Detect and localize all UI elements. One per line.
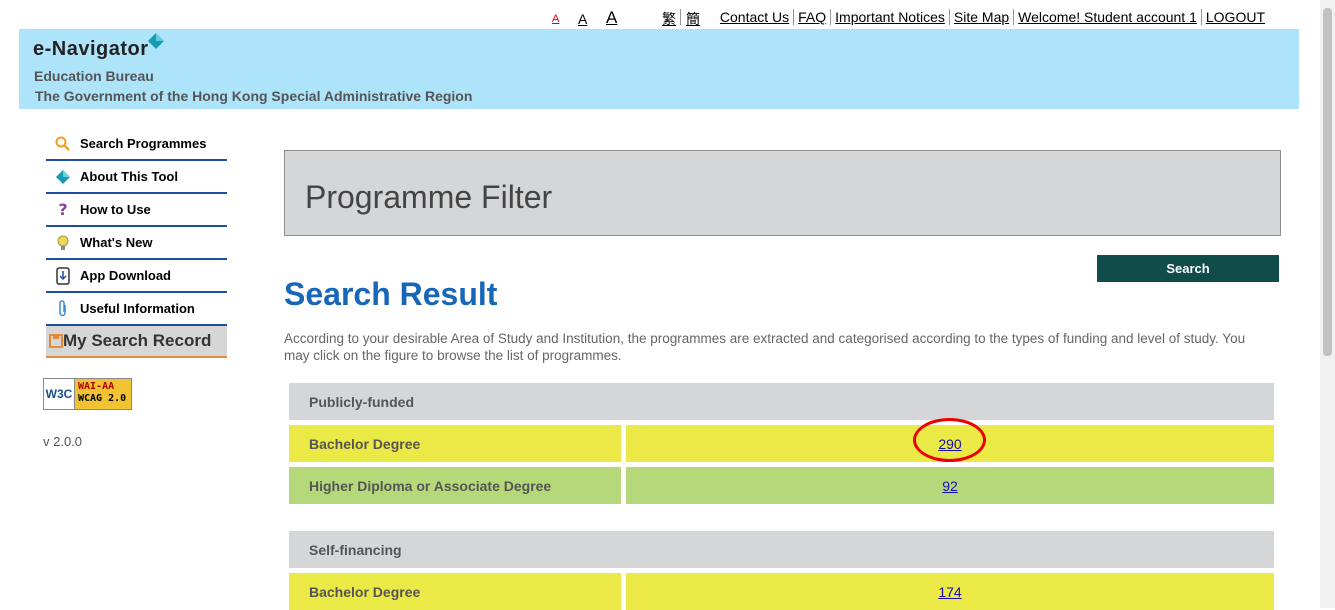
contact-us-link[interactable]: Contact Us	[716, 9, 793, 25]
lightbulb-icon	[46, 235, 80, 251]
programme-count-link[interactable]: 290	[938, 436, 961, 452]
count-cell: 92	[626, 467, 1274, 504]
download-icon	[46, 266, 80, 285]
search-result-description: According to your desirable Area of Stud…	[284, 331, 1246, 363]
government-name: The Government of the Hong Kong Special …	[35, 88, 473, 104]
count-cell: 290	[626, 425, 1274, 462]
level-label: Bachelor Degree	[289, 573, 621, 610]
wcag-badge[interactable]: W3C WAI-AA WCAG 2.0	[43, 378, 132, 410]
site-header: e-Navigator Education Bureau The Governm…	[19, 29, 1299, 109]
my-search-record-button[interactable]: My Search Record	[46, 326, 227, 358]
question-icon: ?	[58, 200, 68, 219]
logout-link[interactable]: LOGOUT	[1200, 9, 1269, 25]
search-icon	[46, 136, 80, 152]
site-map-link[interactable]: Site Map	[948, 9, 1013, 25]
count-cell: 174	[626, 573, 1274, 610]
table-row: Higher Diploma or Associate Degree 92	[289, 467, 1274, 504]
font-size-medium-link[interactable]: A	[578, 11, 587, 27]
vertical-scrollbar[interactable]	[1320, 0, 1335, 608]
sidebar-item-search-programmes[interactable]: Search Programmes	[46, 128, 227, 161]
navigator-icon	[46, 169, 80, 185]
faq-link[interactable]: FAQ	[793, 9, 830, 25]
sidebar-item-label: About This Tool	[80, 169, 178, 184]
version-label: v 2.0.0	[43, 434, 83, 449]
w3c-logo: W3C	[44, 379, 75, 409]
level-label: Bachelor Degree	[289, 425, 621, 462]
programme-filter-panel[interactable]: Programme Filter	[284, 150, 1281, 236]
sidebar-item-label: Useful Information	[80, 301, 195, 316]
scrollbar-thumb[interactable]	[1323, 8, 1332, 356]
sidebar-item-useful-info[interactable]: Useful Information	[46, 293, 227, 326]
org-name: Education Bureau	[34, 68, 154, 84]
site-logo[interactable]: e-Navigator	[33, 38, 149, 61]
language-divider	[680, 9, 681, 25]
sidebar-nav: Search Programmes About This Tool ? How …	[46, 128, 227, 358]
wai-aa-text: WAI-AA	[78, 381, 115, 392]
wcag-level-label: WAI-AA WCAG 2.0	[75, 379, 131, 409]
programme-count-link[interactable]: 174	[938, 584, 961, 600]
navigator-logo-icon	[148, 33, 164, 49]
sidebar-item-label: Search Programmes	[80, 136, 207, 151]
level-label: Higher Diploma or Associate Degree	[289, 467, 621, 504]
table-row: Bachelor Degree 174	[289, 573, 1274, 610]
section-header-publicly-funded: Publicly-funded	[289, 383, 1274, 420]
sidebar-item-label: How to Use	[80, 202, 151, 217]
top-links: Contact Us FAQ Important Notices Site Ma…	[716, 9, 1269, 25]
save-record-icon	[49, 334, 63, 348]
sidebar-item-about[interactable]: About This Tool	[46, 161, 227, 194]
programme-count-link[interactable]: 92	[942, 478, 958, 494]
top-utility-bar: A A A 繁 簡 Contact Us FAQ Important Notic…	[0, 0, 1320, 30]
sidebar-item-app-download[interactable]: App Download	[46, 260, 227, 293]
table-row: Bachelor Degree 290	[289, 425, 1274, 462]
sidebar-item-whats-new[interactable]: What's New	[46, 227, 227, 260]
paperclip-icon	[46, 299, 80, 318]
simplified-chinese-link[interactable]: 簡	[686, 9, 700, 29]
important-notices-link[interactable]: Important Notices	[830, 9, 949, 25]
font-size-large-link[interactable]: A	[606, 8, 617, 28]
search-button[interactable]: Search	[1097, 255, 1279, 282]
sidebar-item-how-to-use[interactable]: ? How to Use	[46, 194, 227, 227]
wcag-version-text: WCAG 2.0	[78, 393, 127, 404]
sidebar-item-label: What's New	[80, 235, 153, 250]
programme-filter-title: Programme Filter	[305, 179, 553, 215]
welcome-account-link[interactable]: Welcome! Student account 1	[1013, 9, 1201, 25]
traditional-chinese-link[interactable]: 繁	[662, 9, 676, 29]
search-result-heading: Search Result	[284, 276, 498, 312]
my-search-record-label: My Search Record	[63, 331, 212, 350]
section-header-self-financing: Self-financing	[289, 531, 1274, 568]
sidebar-item-label: App Download	[80, 268, 171, 283]
font-size-small-link[interactable]: A	[552, 13, 559, 25]
